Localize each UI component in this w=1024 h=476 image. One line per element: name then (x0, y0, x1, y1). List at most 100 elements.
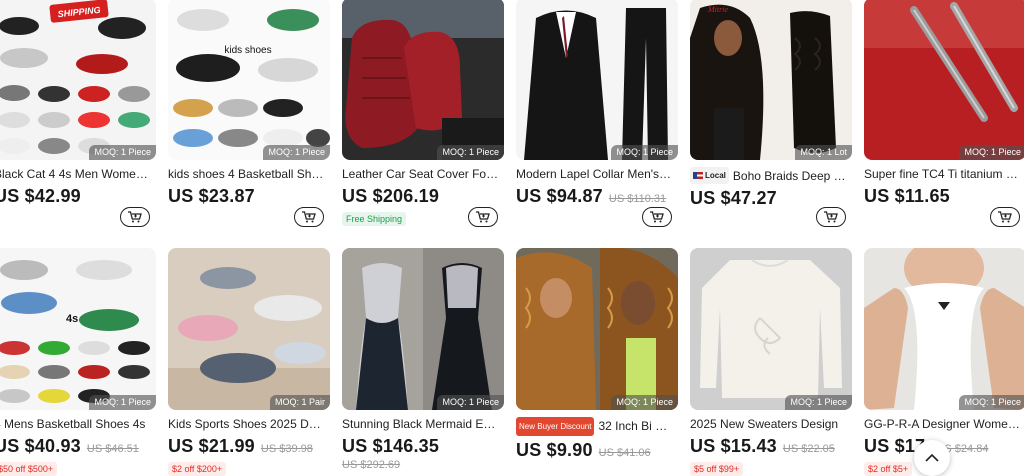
image-text: 4s (66, 313, 78, 325)
product-title[interactable]: Super fine TC4 Ti titanium pen (864, 167, 1022, 182)
product-title[interactable]: 4 Mens Basketball Shoes 4s (0, 417, 152, 432)
moq-label: MOQ: 1 Piece (263, 145, 330, 160)
moq-label: MOQ: 1 Piece (437, 145, 504, 160)
local-badge-text: Local (705, 171, 726, 180)
moq-label: MOQ: 1 Pair (269, 395, 330, 410)
price-line: US $21.99 US $39.98 (168, 436, 330, 457)
product-card[interactable]: kids shoes MOQ: 1 Piece kids shoes 4 Bas… (168, 0, 330, 227)
us-flag-icon (693, 172, 703, 179)
moq-label: MOQ: 1 Piece (959, 145, 1024, 160)
product-card[interactable]: 4s MOQ: 1 Piece 4 Mens Basketball Shoes … (0, 248, 156, 476)
moq-label: MOQ: 1 Piece (89, 145, 156, 160)
coupon-tag: $5 off $99+ (690, 462, 744, 476)
cart-icon (824, 211, 838, 223)
moq-label: MOQ: 1 Lot (795, 145, 852, 160)
original-price: US $22.05 (782, 443, 835, 455)
product-card[interactable]: MOQ: 1 Piece 2025 New Sweaters Design US… (690, 248, 852, 476)
moq-label: MOQ: 1 Piece (611, 145, 678, 160)
cart-icon (302, 211, 316, 223)
product-card[interactable]: MOQ: 1 Piece New Buyer Discount 32 Inch B… (516, 248, 678, 476)
original-price: US $39.98 (260, 443, 313, 455)
product-price: US $9.90 (516, 440, 593, 460)
product-image[interactable]: kids shoes MOQ: 1 Piece (168, 0, 330, 160)
cart-icon (476, 211, 490, 223)
price-line: US $23.87 (168, 186, 330, 207)
product-card[interactable]: MOQ: 1 Pair Kids Sports Shoes 2025 Desig… (168, 248, 330, 476)
add-to-cart-button[interactable] (642, 207, 672, 227)
product-row-2: 4s MOQ: 1 Piece 4 Mens Basketball Shoes … (0, 248, 1024, 476)
cart-icon (128, 211, 142, 223)
moq-label: MOQ: 1 Piece (785, 395, 852, 410)
product-price: US $15.43 (690, 436, 777, 456)
add-to-cart-button[interactable] (294, 207, 324, 227)
original-price: US $292.69 (342, 459, 401, 471)
local-badge: Local (690, 167, 729, 184)
product-image[interactable]: MOQ: 1 Piece (516, 248, 678, 410)
free-shipping-tag: Free Shipping (342, 212, 407, 226)
product-image[interactable]: 4s MOQ: 1 Piece (0, 248, 156, 410)
product-image[interactable]: MOQ: 1 Pair (168, 248, 330, 410)
product-image[interactable]: MOQ: 1 Piece (342, 248, 504, 410)
image-text: kids shoes (224, 45, 271, 56)
product-card[interactable]: MOQ: 1 Piece Stunning Black Mermaid Even… (342, 248, 504, 476)
product-title[interactable]: Local Boho Braids Deep Wave Hair (690, 167, 848, 184)
product-title[interactable]: Kids Sports Shoes 2025 Design (168, 417, 326, 432)
add-to-cart-button[interactable] (468, 207, 498, 227)
price-line: US $146.35 (342, 436, 504, 457)
product-price: US $47.27 (690, 188, 777, 208)
product-card[interactable]: MOQ: 1 Piece Modern Lapel Collar Men's S… (516, 0, 678, 227)
product-title[interactable]: 2025 New Sweaters Design (690, 417, 848, 432)
price-line: US $15.43 US $22.05 (690, 436, 852, 457)
coupon-tag: $2 off $200+ (168, 462, 227, 476)
add-to-cart-button[interactable] (990, 207, 1020, 227)
product-card[interactable]: Mitrie MOQ: 1 Lot Local Boho Braids Deep … (690, 0, 852, 227)
original-price: US $46.51 (86, 443, 139, 455)
product-price: US $94.87 (516, 186, 603, 206)
add-to-cart-button[interactable] (816, 207, 846, 227)
coupon-tag: $50 off $500+ (0, 462, 58, 476)
product-price: US $23.87 (168, 186, 255, 206)
product-image[interactable]: MOQ: 1 Piece (864, 248, 1024, 410)
product-image[interactable]: MOQ: 1 Piece (342, 0, 504, 160)
moq-label: MOQ: 1 Piece (89, 395, 156, 410)
price-line: US $11.65 (864, 186, 1024, 207)
product-title[interactable]: kids shoes 4 Basketball Shoes (168, 167, 326, 182)
product-price: US $40.93 (0, 436, 81, 456)
cart-icon (650, 211, 664, 223)
product-price: US $21.99 (168, 436, 255, 456)
product-price: US $146.35 (342, 436, 440, 456)
product-image[interactable]: SHIPPING MOQ: 1 Piece (0, 0, 156, 160)
product-image[interactable]: Mitrie MOQ: 1 Lot (690, 0, 852, 160)
product-title[interactable]: GG-P-R-A Designer Women Tank (864, 417, 1022, 432)
original-price: US $41.06 (598, 447, 651, 459)
product-image[interactable]: MOQ: 1 Piece (864, 0, 1024, 160)
price-line: US $42.99 (0, 186, 156, 207)
price-line: US $206.19 (342, 186, 504, 207)
product-card[interactable]: SHIPPING MOQ: 1 Piece Black Cat 4 4s Men… (0, 0, 156, 227)
price-line: US $47.27 (690, 188, 852, 209)
product-card[interactable]: MOQ: 1 Piece GG-P-R-A Designer Women Tan… (864, 248, 1024, 476)
original-price: US $110.31 (608, 193, 667, 205)
product-title[interactable]: Black Cat 4 4s Men Women Basketball Shoe… (0, 167, 152, 182)
price-line: US $9.90 US $41.06 (516, 440, 678, 461)
product-card[interactable]: MOQ: 1 Piece Leather Car Seat Cover For … (342, 0, 504, 227)
product-title[interactable]: New Buyer Discount 32 Inch Bi Wig (516, 417, 674, 436)
moq-label: MOQ: 1 Piece (959, 395, 1024, 410)
cart-icon (998, 211, 1012, 223)
product-image[interactable]: MOQ: 1 Piece (690, 248, 852, 410)
back-to-top-button[interactable] (914, 440, 950, 476)
new-buyer-discount-badge: New Buyer Discount (516, 417, 595, 436)
product-title-text: Boho Braids Deep Wave Hair (732, 169, 848, 183)
product-title[interactable]: Leather Car Seat Cover For Car (342, 167, 500, 182)
coupon-tag: $2 off $5+ (864, 462, 913, 476)
product-image[interactable]: MOQ: 1 Piece (516, 0, 678, 160)
product-card[interactable]: MOQ: 1 Piece Super fine TC4 Ti titanium … (864, 0, 1024, 227)
product-title[interactable]: Modern Lapel Collar Men's Suit (516, 167, 674, 182)
add-to-cart-button[interactable] (120, 207, 150, 227)
chevron-up-icon (925, 453, 939, 462)
moq-label: MOQ: 1 Piece (437, 395, 504, 410)
moq-label: MOQ: 1 Piece (611, 395, 678, 410)
price-line: US $40.93 US $46.51 (0, 436, 156, 457)
price-line: US $94.87 US $110.31 (516, 186, 678, 207)
product-title[interactable]: Stunning Black Mermaid Evening (342, 417, 500, 432)
